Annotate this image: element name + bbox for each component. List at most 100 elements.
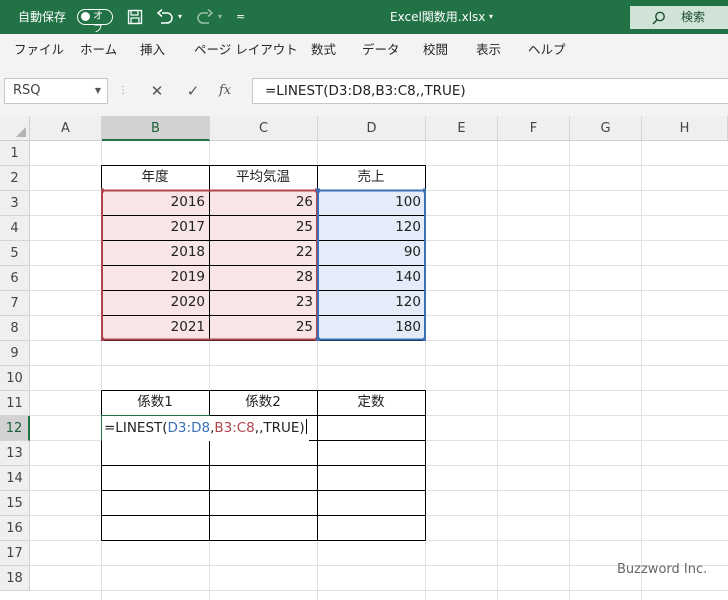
search-label: 検索 bbox=[681, 10, 706, 24]
name-box-value: RSQ bbox=[13, 83, 41, 98]
row-header-9[interactable]: 9 bbox=[0, 341, 30, 366]
column-header-a[interactable]: A bbox=[30, 116, 102, 141]
tab-insert[interactable]: 挿入 bbox=[140, 34, 165, 66]
header-cell-sales[interactable]: 売上 bbox=[317, 165, 425, 190]
row-header-8[interactable]: 8 bbox=[0, 316, 30, 341]
autosave-state: オフ bbox=[93, 11, 103, 35]
data-table: 年度 平均気温 売上 2016 26 100 2017 25 120 2018 … bbox=[101, 165, 426, 341]
row-header-15[interactable]: 15 bbox=[0, 491, 30, 516]
column-header-c[interactable]: C bbox=[210, 116, 318, 141]
worksheet-grid: A B C D E F G H 1 2 3 4 5 6 7 8 9 10 11 … bbox=[0, 116, 728, 600]
more-options-icon[interactable]: ⋮ bbox=[112, 78, 134, 104]
name-box-dropdown-icon[interactable]: ▼ bbox=[95, 79, 101, 103]
table-cell[interactable]: 28 bbox=[209, 265, 317, 290]
customize-toolbar-icon[interactable]: ≂ bbox=[236, 0, 245, 34]
text-cursor bbox=[305, 419, 307, 434]
select-all-button[interactable] bbox=[0, 116, 30, 141]
title-bar: 自動保存 オフ ▾ ▾ ≂ Excel関数用.xlsx ▾ 検索 bbox=[0, 0, 728, 35]
tab-view[interactable]: 表示 bbox=[476, 34, 501, 66]
tab-data[interactable]: データ bbox=[362, 34, 400, 66]
window-title: Excel関数用.xlsx bbox=[390, 10, 486, 24]
watermark: Buzzword Inc. bbox=[617, 562, 708, 577]
table-cell[interactable]: 2016 bbox=[101, 190, 209, 215]
row-header-13[interactable]: 13 bbox=[0, 441, 30, 466]
row-header-7[interactable]: 7 bbox=[0, 291, 30, 316]
row-header-16[interactable]: 16 bbox=[0, 516, 30, 541]
table-cell[interactable]: 140 bbox=[317, 265, 425, 290]
undo-icon[interactable] bbox=[156, 0, 174, 34]
ribbon-tabs: ファイル ホーム 挿入 ページ レイアウト 数式 データ 校閲 表示 ヘルプ bbox=[0, 34, 728, 67]
table-cell[interactable]: 100 bbox=[317, 190, 425, 215]
result-table: 係数1 係数2 定数 bbox=[101, 390, 426, 542]
row-header-12[interactable]: 12 bbox=[0, 416, 30, 441]
header-cell-coef1[interactable]: 係数1 bbox=[101, 390, 209, 415]
header-cell-year[interactable]: 年度 bbox=[101, 165, 209, 190]
table-cell[interactable]: 23 bbox=[209, 290, 317, 315]
column-header-e[interactable]: E bbox=[426, 116, 498, 141]
cancel-icon[interactable]: ✕ bbox=[146, 78, 168, 104]
tab-file[interactable]: ファイル bbox=[14, 34, 64, 66]
row-header-14[interactable]: 14 bbox=[0, 466, 30, 491]
table-cell[interactable]: 2019 bbox=[101, 265, 209, 290]
name-box[interactable]: RSQ ▼ bbox=[4, 78, 108, 104]
table-cell[interactable]: 180 bbox=[317, 315, 425, 340]
table-cell[interactable]: 26 bbox=[209, 190, 317, 215]
search-icon bbox=[652, 11, 665, 25]
gridline bbox=[569, 141, 570, 600]
row-header-18[interactable]: 18 bbox=[0, 566, 30, 591]
header-cell-coef2[interactable]: 係数2 bbox=[209, 390, 317, 415]
tab-home[interactable]: ホーム bbox=[80, 34, 117, 66]
row-header-2[interactable]: 2 bbox=[0, 166, 30, 191]
tab-review[interactable]: 校閲 bbox=[423, 34, 448, 66]
toggle-knob bbox=[81, 12, 90, 21]
save-icon[interactable] bbox=[127, 0, 143, 34]
active-cell-editor[interactable]: =LINEST(D3:D8,B3:C8,,TRUE) bbox=[102, 416, 309, 441]
row-header-4[interactable]: 4 bbox=[0, 216, 30, 241]
row-header-6[interactable]: 6 bbox=[0, 266, 30, 291]
insert-function-icon[interactable]: fx bbox=[219, 78, 231, 104]
column-header-f[interactable]: F bbox=[498, 116, 570, 141]
table-cell[interactable]: 25 bbox=[209, 215, 317, 240]
column-header-b[interactable]: B bbox=[102, 116, 210, 141]
row-header-17[interactable]: 17 bbox=[0, 541, 30, 566]
gridline bbox=[30, 590, 728, 591]
row-header-3[interactable]: 3 bbox=[0, 191, 30, 216]
table-cell[interactable]: 22 bbox=[209, 240, 317, 265]
redo-dropdown-icon[interactable]: ▾ bbox=[218, 0, 222, 34]
column-header-d[interactable]: D bbox=[318, 116, 426, 141]
tab-formulas[interactable]: 数式 bbox=[311, 34, 336, 66]
row-header-10[interactable]: 10 bbox=[0, 366, 30, 391]
table-cell[interactable]: 2021 bbox=[101, 315, 209, 340]
title-dropdown-icon[interactable]: ▾ bbox=[489, 0, 493, 34]
table-cell[interactable]: 120 bbox=[317, 290, 425, 315]
tab-help[interactable]: ヘルプ bbox=[528, 34, 566, 66]
table-cell[interactable]: 2020 bbox=[101, 290, 209, 315]
table-cell[interactable]: 2017 bbox=[101, 215, 209, 240]
table-cell[interactable]: 25 bbox=[209, 315, 317, 340]
formula-bar: RSQ ▼ ⋮ ✕ ✓ fx =LINEST(D3:D8,B3:C8,,TRUE… bbox=[0, 66, 728, 116]
row-header-11[interactable]: 11 bbox=[0, 391, 30, 416]
redo-icon[interactable] bbox=[196, 0, 214, 34]
formula-ref-predictors: B3:C8 bbox=[214, 420, 255, 436]
row-header-5[interactable]: 5 bbox=[0, 241, 30, 266]
undo-dropdown-icon[interactable]: ▾ bbox=[178, 0, 182, 34]
row-header-1[interactable]: 1 bbox=[0, 141, 30, 166]
search-box[interactable]: 検索 bbox=[630, 6, 728, 29]
formula-prefix: =LINEST( bbox=[104, 420, 168, 436]
gridline bbox=[497, 141, 498, 600]
autosave-label: 自動保存 bbox=[18, 10, 67, 24]
column-header-h[interactable]: H bbox=[642, 116, 728, 141]
formula-suffix: ,,TRUE) bbox=[254, 420, 305, 436]
column-header-g[interactable]: G bbox=[570, 116, 642, 141]
table-cell[interactable]: 120 bbox=[317, 215, 425, 240]
autosave-toggle[interactable]: オフ bbox=[77, 9, 113, 35]
enter-icon[interactable]: ✓ bbox=[182, 78, 204, 104]
tab-page-layout[interactable]: ページ レイアウト bbox=[194, 34, 298, 66]
formula-ref-sales: D3:D8 bbox=[167, 420, 211, 436]
gridline bbox=[30, 365, 728, 366]
formula-input[interactable]: =LINEST(D3:D8,B3:C8,,TRUE) bbox=[252, 78, 728, 104]
table-cell[interactable]: 2018 bbox=[101, 240, 209, 265]
header-cell-avg-temp[interactable]: 平均気温 bbox=[209, 165, 317, 190]
table-cell[interactable]: 90 bbox=[317, 240, 425, 265]
header-cell-constant[interactable]: 定数 bbox=[317, 390, 425, 415]
